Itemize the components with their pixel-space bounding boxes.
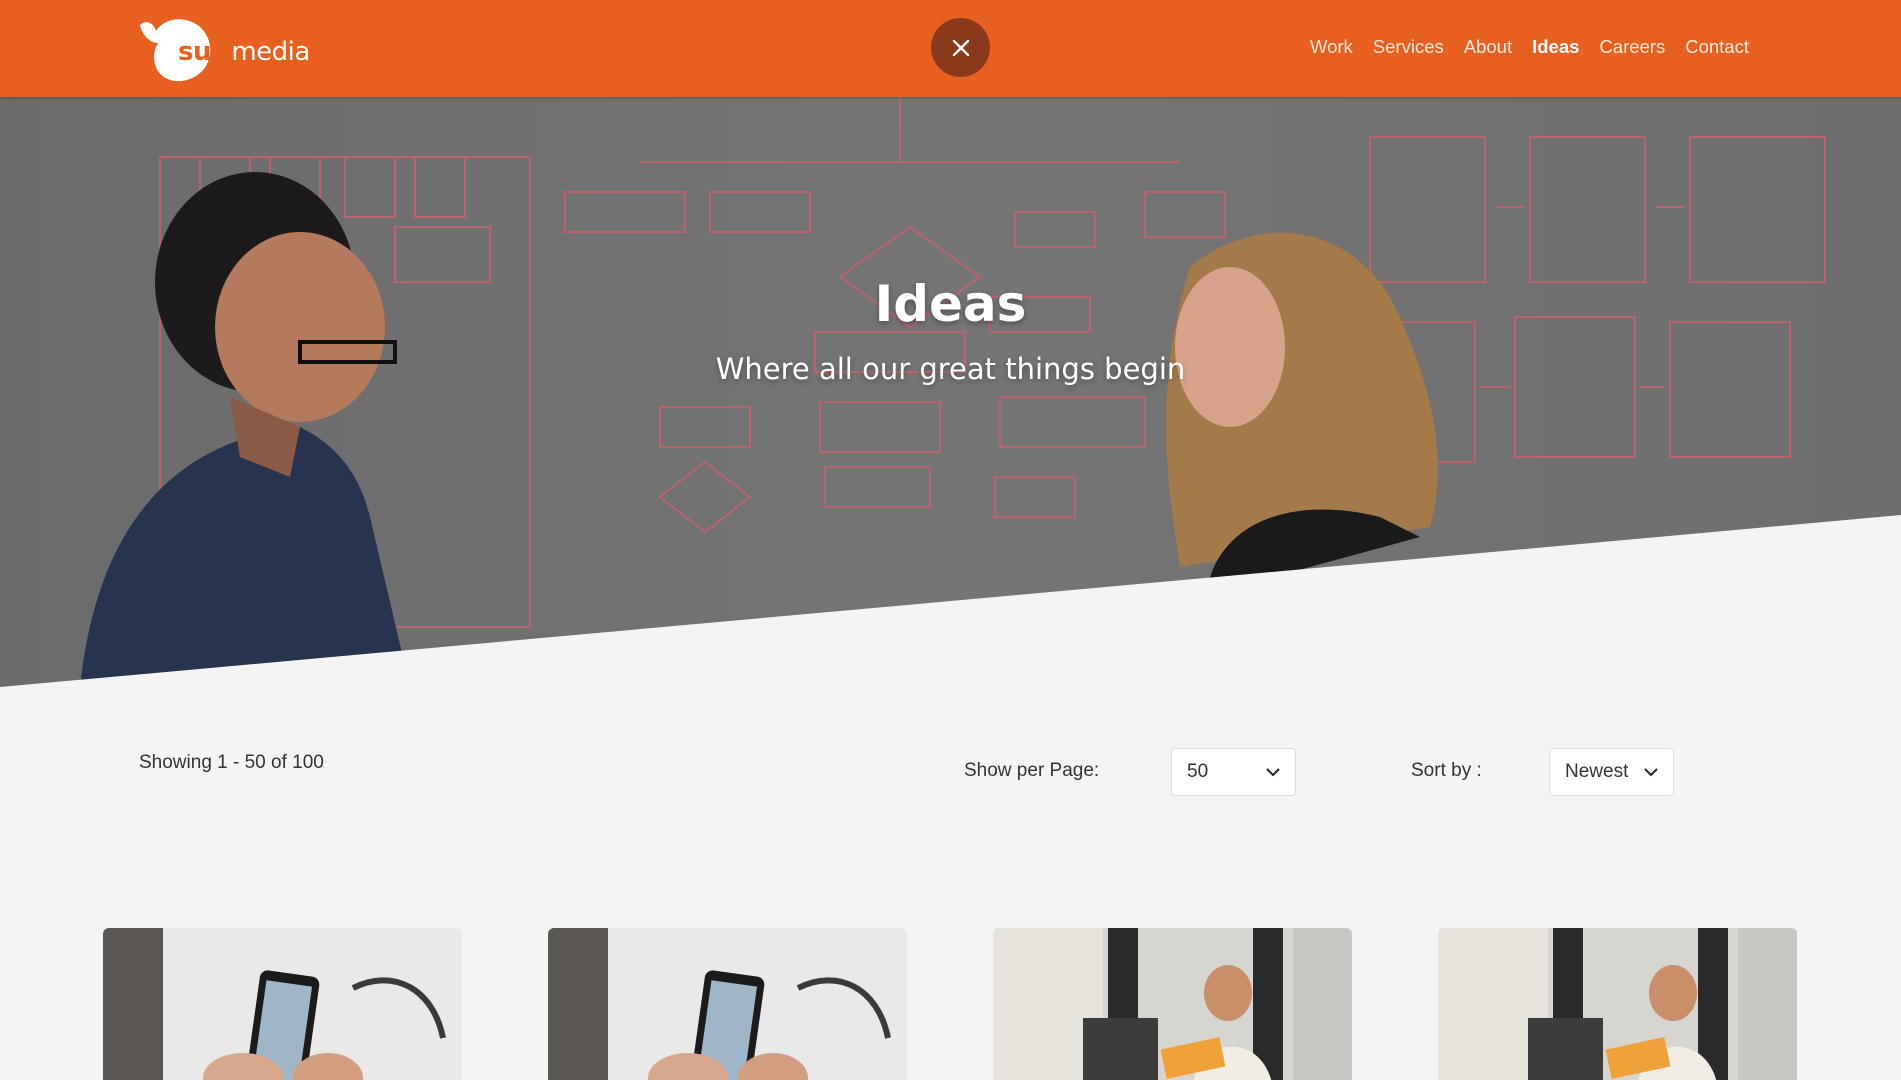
per-page-value: 50 (1187, 761, 1209, 782)
nav-ideas[interactable]: Ideas (1532, 36, 1579, 58)
nav-contact[interactable]: Contact (1685, 36, 1749, 58)
nav-work[interactable]: Work (1310, 36, 1353, 58)
chevron-down-icon (1644, 768, 1658, 777)
idea-card[interactable] (993, 928, 1352, 1080)
idea-card[interactable] (103, 928, 462, 1080)
nav-services[interactable]: Services (1373, 36, 1444, 58)
results-count: Showing 1 - 50 of 100 (139, 752, 324, 773)
nav-careers[interactable]: Careers (1599, 36, 1665, 58)
man-reading-at-desk-photo (993, 928, 1352, 1080)
hero-background-photo (0, 97, 1901, 687)
man-reading-at-desk-photo (1438, 928, 1797, 1080)
sort-select[interactable]: Newest (1549, 748, 1674, 796)
hero-banner: Ideas Where all our great things begin (0, 97, 1901, 687)
phone-in-hands-photo (103, 928, 462, 1080)
sort-value: Newest (1565, 761, 1629, 782)
logo[interactable]: suitmedia (138, 17, 310, 83)
close-icon (952, 39, 969, 56)
page: suitmedia Work Services About Ideas Care… (0, 0, 1901, 1080)
per-page-label: Show per Page: (964, 760, 1100, 781)
nav-about[interactable]: About (1464, 36, 1512, 58)
close-button[interactable] (931, 18, 990, 77)
main-nav: Work Services About Ideas Careers Contac… (1310, 36, 1749, 58)
hero-subtitle: Where all our great things begin (715, 352, 1186, 386)
idea-card[interactable] (548, 928, 907, 1080)
logo-text: suitmedia (178, 37, 310, 67)
per-page-select[interactable]: 50 (1171, 748, 1296, 796)
phone-in-hands-photo (548, 928, 907, 1080)
sort-label: Sort by : (1411, 760, 1482, 781)
chevron-down-icon (1266, 768, 1280, 777)
site-header: suitmedia Work Services About Ideas Care… (0, 0, 1901, 97)
idea-card[interactable] (1438, 928, 1797, 1080)
hero-title: Ideas (874, 275, 1027, 333)
